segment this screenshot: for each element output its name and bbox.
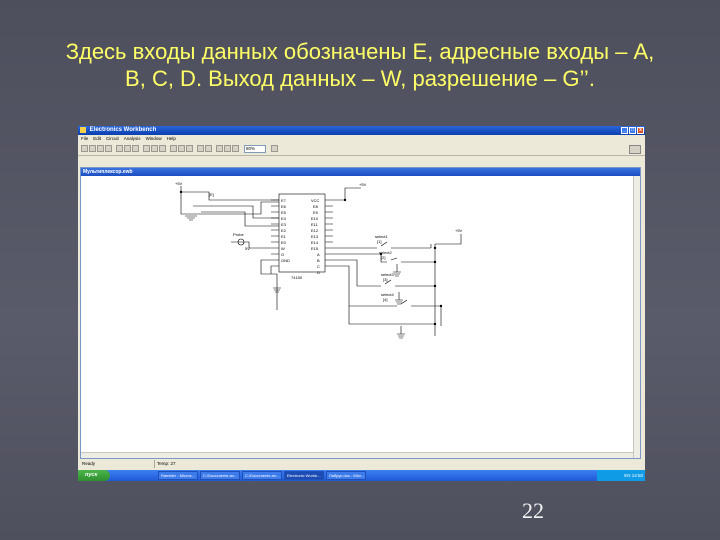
pin-label: E12 [311, 228, 319, 233]
switch-key: [3] [383, 277, 387, 282]
supply-label: +5V [359, 182, 367, 187]
pin-label: E1 [281, 234, 287, 239]
open-icon[interactable] [89, 145, 96, 152]
system-tray-clock[interactable]: EN 14:50 [597, 470, 645, 481]
status-bar: Ready Temp: 27 [78, 460, 645, 468]
probe-voltage-label: 5V [245, 246, 250, 251]
close-button[interactable]: x [637, 127, 644, 134]
taskbar-item[interactable]: C:\Documents an... [242, 471, 282, 480]
status-temperature: Temp: 27 [154, 460, 176, 468]
switch-key: [1] [377, 239, 381, 244]
supply-label: +5V [175, 181, 183, 186]
vertical-scrollbar[interactable] [633, 176, 640, 458]
pin-label: A [317, 252, 320, 257]
pin-label: B [317, 258, 320, 263]
pin-label: G [281, 252, 284, 257]
rotate-icon[interactable] [143, 145, 150, 152]
parts-bin-icon[interactable] [216, 145, 223, 152]
menu-edit[interactable]: Edit [93, 135, 101, 142]
horizontal-scrollbar[interactable] [81, 452, 633, 458]
new-icon[interactable] [81, 145, 88, 152]
toolbar: 80% [78, 142, 645, 156]
pin-label: W [281, 246, 285, 251]
pin-label: E10 [311, 216, 319, 221]
menubar: File Edit Circuit Analysis Window Help [78, 135, 176, 142]
maximize-button[interactable]: □ [629, 127, 636, 134]
taskbar-item[interactable]: C:\Documents an... [200, 471, 240, 480]
window-titlebar[interactable]: Electronics Workbench _ □ x [78, 126, 645, 135]
schematic: E7 E6 E5 E4 E3 E2 E1 E0 W G GND VCC E8 E… [175, 181, 463, 339]
menu-circuit[interactable]: Circuit [106, 135, 119, 142]
taskbar-item[interactable]: Electronic Workb... [284, 471, 324, 480]
pin-label: E8 [313, 204, 319, 209]
slide-title-line-1: Здесь входы данных обозначены E, адресны… [65, 39, 655, 64]
slide-title-line-2: B, C, D. Выход данных – W, разрешение – … [125, 66, 595, 91]
zoom-out-icon[interactable] [197, 145, 204, 152]
switch-key: [2] [381, 255, 385, 260]
taskbar-item[interactable]: Лабрус.doc - Micr... [326, 471, 366, 480]
pin-label: E0 [281, 240, 287, 245]
taskbar-item[interactable]: Rambler - Micros... [158, 471, 198, 480]
pin-label: E9 [313, 210, 319, 215]
status-text: Ready [82, 461, 96, 466]
pin-label: E5 [281, 210, 287, 215]
window-title: Electronics Workbench [89, 127, 157, 133]
component-properties-icon[interactable] [186, 145, 193, 152]
chip-part-number: 74150 [291, 275, 303, 280]
menu-window[interactable]: Window [146, 135, 162, 142]
document-window: Мультиплексор.ewb E7 E6 E5 E4 E3 E2 E1 E… [80, 167, 641, 459]
power-switch-icon[interactable] [629, 145, 641, 154]
pin-label: E4 [281, 216, 287, 221]
print-icon[interactable] [105, 145, 112, 152]
start-button[interactable]: пуск [78, 470, 110, 481]
switch-key: [4] [383, 297, 387, 302]
flip-horizontal-icon[interactable] [151, 145, 158, 152]
graph-icon[interactable] [178, 145, 185, 152]
menu-file[interactable]: File [81, 135, 88, 142]
zoom-in-icon[interactable] [205, 145, 212, 152]
switch-key: [E] [209, 192, 214, 197]
zoom-select[interactable]: 80% [244, 145, 266, 153]
paste-icon[interactable] [132, 145, 139, 152]
pin-label: VCC [311, 198, 320, 203]
probe-label: Probe [233, 232, 244, 237]
taskbar: пуск Rambler - Micros... C:\Documents an… [78, 470, 645, 481]
help-icon[interactable] [271, 145, 278, 152]
supply-label: +5V [455, 228, 463, 233]
screenshot: Electronics Workbench _ □ x File Edit Ci… [78, 126, 645, 481]
cut-icon[interactable] [116, 145, 123, 152]
pin-label: E14 [311, 240, 319, 245]
app-icon [80, 127, 86, 133]
indicators-icon[interactable] [232, 145, 239, 152]
menu-analysis[interactable]: Analysis [124, 135, 141, 142]
pin-label: E7 [281, 198, 287, 203]
pin-label: D [317, 270, 320, 275]
pin-label: E3 [281, 222, 287, 227]
menu-help[interactable]: Help [167, 135, 176, 142]
instruments-icon[interactable] [224, 145, 231, 152]
document-title[interactable]: Мультиплексор.ewb [81, 168, 640, 176]
pin-label: E2 [281, 228, 287, 233]
pin-label: E13 [311, 234, 319, 239]
subcircuit-icon[interactable] [170, 145, 177, 152]
copy-icon[interactable] [124, 145, 131, 152]
minimize-button[interactable]: _ [621, 127, 628, 134]
slide-number: 22 [522, 498, 544, 523]
pin-label: E6 [281, 204, 287, 209]
pin-label: E15 [311, 246, 319, 251]
save-icon[interactable] [97, 145, 104, 152]
pin-label: C [317, 264, 320, 269]
pin-label: E11 [311, 222, 319, 227]
pin-label: GND [281, 258, 290, 263]
flip-vertical-icon[interactable] [159, 145, 166, 152]
slide-title: Здесь входы данных обозначены E, адресны… [20, 38, 700, 92]
